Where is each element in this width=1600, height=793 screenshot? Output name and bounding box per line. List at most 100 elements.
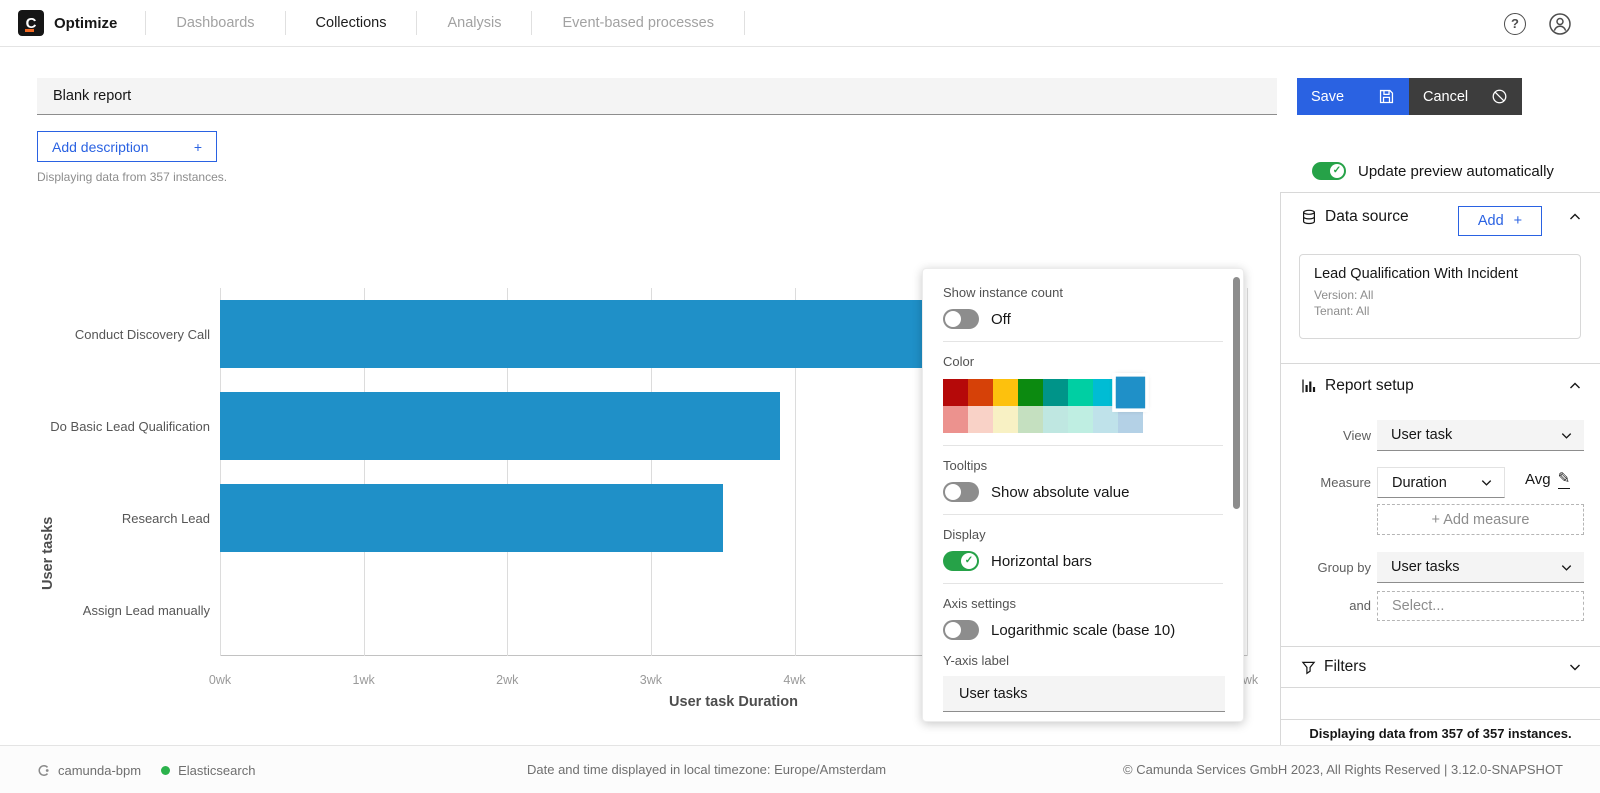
- horizontal-bars-toggle[interactable]: ✓: [943, 551, 979, 571]
- data-source-header: Data source: [1281, 193, 1600, 241]
- view-select[interactable]: User task: [1377, 420, 1584, 451]
- color-swatch[interactable]: [1068, 406, 1093, 433]
- group-by-select[interactable]: User tasks: [1377, 552, 1584, 583]
- measure-select[interactable]: Duration: [1377, 467, 1505, 498]
- measure-value: Duration: [1392, 475, 1447, 491]
- app-title: Optimize: [54, 15, 117, 32]
- cancel-label: Cancel: [1423, 89, 1468, 105]
- data-source-title: Data source: [1325, 208, 1409, 226]
- y-axis-label-input[interactable]: [943, 676, 1225, 712]
- edit-pencil-icon[interactable]: ✎: [1558, 471, 1571, 489]
- bar: [220, 300, 967, 368]
- report-setup-header: Report setup: [1281, 364, 1600, 408]
- tab-collections[interactable]: Collections: [292, 15, 411, 31]
- color-swatch[interactable]: [993, 406, 1018, 433]
- report-name-input[interactable]: [37, 78, 1277, 115]
- color-swatch[interactable]: [1093, 379, 1118, 406]
- logo-letter: C: [26, 15, 37, 32]
- color-swatch[interactable]: [1018, 379, 1043, 406]
- footer: camunda-bpm Elasticsearch Date and time …: [0, 745, 1600, 793]
- nav-divider: [416, 11, 417, 35]
- color-swatch[interactable]: [1116, 377, 1146, 409]
- update-preview-toggle[interactable]: ✓: [1312, 162, 1346, 180]
- process-version: Version: All: [1314, 288, 1566, 304]
- log-scale-toggle[interactable]: ✓: [943, 620, 979, 640]
- color-swatch[interactable]: [1018, 406, 1043, 433]
- chart-settings-popup: Show instance count ✓ Off Color Tooltips…: [922, 268, 1244, 722]
- divider: [943, 445, 1223, 446]
- timezone-note: Date and time displayed in local timezon…: [527, 762, 886, 777]
- chevron-down-icon[interactable]: [1567, 659, 1583, 675]
- process-name: Lead Qualification With Incident: [1314, 265, 1566, 283]
- x-tick-label: 3wk: [640, 673, 662, 687]
- view-value: User task: [1391, 427, 1452, 443]
- copyright-note: © Camunda Services GmbH 2023, All Rights…: [1123, 762, 1563, 777]
- optimize-app: C Optimize Dashboards Collections Analys…: [0, 0, 1600, 793]
- color-swatch[interactable]: [1093, 406, 1118, 433]
- footer-brand-link[interactable]: camunda-bpm: [58, 763, 141, 778]
- y-axis-label-label: Y-axis label: [943, 653, 1223, 668]
- database-icon: [1301, 209, 1317, 225]
- color-swatch[interactable]: [1043, 379, 1068, 406]
- color-swatch[interactable]: [968, 406, 993, 433]
- check-icon: ✓: [1333, 166, 1341, 176]
- chevron-down-icon: [1559, 428, 1574, 443]
- data-source-card[interactable]: Lead Qualification With Incident Version…: [1299, 254, 1581, 339]
- add-label: Add: [1478, 213, 1504, 229]
- top-nav: C Optimize Dashboards Collections Analys…: [0, 0, 1600, 47]
- axis-settings-label: Axis settings: [943, 596, 1223, 611]
- gridline: [1247, 288, 1248, 656]
- filters-title: Filters: [1324, 658, 1366, 676]
- filters-header[interactable]: Filters: [1281, 646, 1600, 688]
- tooltips-label: Tooltips: [943, 458, 1223, 473]
- tooltips-toggle[interactable]: ✓: [943, 482, 979, 502]
- save-label: Save: [1311, 89, 1344, 105]
- cancel-button[interactable]: Cancel: [1409, 78, 1522, 115]
- color-swatch[interactable]: [943, 379, 968, 406]
- cancel-icon: [1491, 88, 1508, 105]
- add-description-label: Add description: [52, 139, 149, 155]
- and-group-by-select[interactable]: Select...: [1377, 591, 1584, 621]
- color-palette: [943, 379, 1143, 433]
- add-data-source-button[interactable]: Add +: [1458, 206, 1542, 236]
- plus-icon: +: [194, 139, 202, 155]
- tooltips-toggle-label: Show absolute value: [991, 484, 1129, 501]
- camunda-icon: [37, 764, 50, 777]
- tab-event-based-processes[interactable]: Event-based processes: [538, 15, 738, 31]
- divider: [943, 514, 1223, 515]
- display-label: Display: [943, 527, 1223, 542]
- tab-dashboards[interactable]: Dashboards: [152, 15, 278, 31]
- tab-analysis[interactable]: Analysis: [423, 15, 525, 31]
- x-tick-label: 4wk: [783, 673, 805, 687]
- camunda-logo[interactable]: C: [18, 10, 44, 36]
- help-icon[interactable]: ?: [1504, 13, 1526, 35]
- category-label: Do Basic Lead Qualification: [0, 380, 210, 472]
- x-tick-label: 2wk: [496, 673, 518, 687]
- measure-label: Measure: [1281, 475, 1371, 490]
- group-by-label: Group by: [1281, 560, 1371, 575]
- and-label: and: [1281, 598, 1371, 613]
- save-button[interactable]: Save: [1297, 78, 1409, 115]
- user-icon[interactable]: [1548, 12, 1572, 36]
- color-swatch[interactable]: [968, 379, 993, 406]
- report-setup-title: Report setup: [1325, 377, 1414, 395]
- nav-divider: [285, 11, 286, 35]
- color-swatch[interactable]: [1068, 379, 1093, 406]
- add-description-button[interactable]: Add description +: [37, 131, 217, 162]
- bar: [220, 392, 780, 460]
- display-toggle-label: Horizontal bars: [991, 553, 1092, 570]
- x-tick-label: 0wk: [209, 673, 231, 687]
- instance-count-toggle[interactable]: ✓: [943, 309, 979, 329]
- chevron-up-icon[interactable]: [1567, 209, 1583, 225]
- popup-scrollbar-thumb[interactable]: [1233, 277, 1240, 509]
- color-swatch[interactable]: [1043, 406, 1068, 433]
- bar: [220, 484, 723, 552]
- bar-chart-icon: [1301, 378, 1317, 394]
- color-swatch[interactable]: [993, 379, 1018, 406]
- nav-divider: [531, 11, 532, 35]
- chevron-down-icon: [1559, 560, 1574, 575]
- add-measure-button[interactable]: + Add measure: [1377, 504, 1584, 535]
- color-swatch[interactable]: [1118, 406, 1143, 433]
- chevron-up-icon[interactable]: [1567, 378, 1583, 394]
- color-swatch[interactable]: [943, 406, 968, 433]
